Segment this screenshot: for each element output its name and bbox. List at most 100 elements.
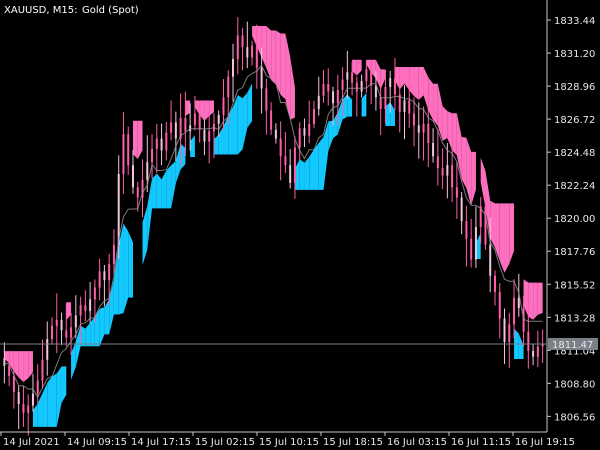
candle-body	[489, 244, 492, 276]
time-tick-label: 14 Jul 09:15	[67, 437, 127, 448]
time-tick-label: 14 Jul 2021	[3, 437, 60, 448]
candle-body	[413, 113, 416, 126]
candle-body	[251, 45, 254, 58]
candle-body	[160, 138, 163, 151]
cloud-segment	[299, 159, 305, 190]
candle-body	[146, 162, 149, 180]
current-price-value: 1811.47	[552, 340, 593, 351]
candle-body	[474, 227, 477, 260]
time-tick-label: 16 Jul 11:15	[451, 437, 511, 448]
cloud-segment	[537, 282, 543, 315]
candle-body	[227, 76, 230, 98]
cloud-segment	[156, 173, 162, 209]
time-tick-label: 14 Jul 17:15	[131, 437, 191, 448]
candle-body	[208, 131, 211, 142]
price-tick-label: 1828.96	[554, 82, 595, 93]
candle-body	[12, 375, 15, 393]
candle-body	[184, 117, 187, 132]
cloud-segment	[23, 351, 29, 382]
candle-body	[470, 238, 473, 260]
candle-body	[284, 156, 287, 166]
candle-body	[122, 134, 125, 174]
instrument-name: Gold (Spot)	[82, 5, 139, 16]
price-tick-label: 1813.28	[554, 313, 595, 324]
cloud-segment	[237, 94, 243, 155]
candle-body	[432, 143, 435, 157]
candle-body	[51, 325, 54, 340]
candle-body	[41, 359, 44, 381]
cloud-segment	[80, 325, 86, 347]
price-tick-label: 1808.80	[554, 379, 595, 390]
candle-body	[151, 148, 154, 163]
cloud-segment	[452, 113, 457, 156]
cloud-segment	[132, 120, 138, 160]
price-tick-label: 1833.44	[554, 16, 595, 27]
candle-body	[484, 206, 487, 245]
candle-body	[332, 91, 335, 104]
cloud-segment	[318, 136, 324, 190]
candle-body	[346, 72, 349, 80]
cloud-segment	[52, 373, 57, 427]
candle-body	[241, 35, 244, 48]
price-tick-label: 1820.00	[554, 214, 595, 225]
candle-body	[403, 100, 406, 113]
candle-body	[36, 380, 39, 394]
price-tick-label: 1817.76	[554, 247, 595, 258]
candle-body	[508, 324, 511, 343]
cloud-segment	[280, 33, 286, 100]
price-tick-label: 1806.56	[554, 412, 595, 423]
time-tick-label: 16 Jul 03:15	[387, 437, 447, 448]
candle-body	[170, 122, 173, 133]
time-tick-label: 15 Jul 10:15	[259, 437, 319, 448]
candle-body	[289, 165, 292, 183]
candle-body	[527, 331, 530, 351]
candle-body	[70, 327, 73, 338]
cloud-segment	[152, 173, 157, 209]
candle-body	[265, 88, 268, 111]
price-tick-label: 1826.72	[554, 115, 595, 126]
candle-body	[441, 168, 444, 176]
time-tick-label: 15 Jul 18:15	[323, 437, 383, 448]
candle-body	[203, 129, 206, 142]
candle-body	[317, 95, 320, 110]
candle-body	[389, 78, 392, 87]
candle-body	[360, 81, 363, 92]
candle-body	[260, 67, 263, 89]
candle-body	[236, 35, 239, 59]
candle-body	[351, 72, 354, 83]
candle-body	[322, 84, 325, 96]
candle-body	[498, 291, 501, 319]
candle-body	[513, 297, 516, 325]
candle-body	[303, 128, 306, 136]
cloud-segment	[128, 231, 133, 298]
candle-body	[198, 113, 201, 130]
price-chart[interactable]: XAUUSD, M15: Gold (Spot) 1833.44 1831.20 1…	[0, 0, 600, 450]
candle-body	[312, 109, 315, 124]
candle-body	[74, 315, 77, 328]
candle-body	[341, 79, 344, 90]
candle-body	[422, 123, 425, 133]
chart-title: XAUUSD, M15: Gold (Spot)	[4, 5, 139, 16]
cloud-segment	[418, 66, 424, 100]
cloud-segment	[271, 30, 276, 85]
cloud-segment	[166, 165, 172, 209]
cloud-segment	[442, 106, 448, 141]
candle-body	[503, 318, 506, 343]
cloud-segment	[504, 203, 510, 273]
candle-body	[155, 138, 158, 149]
cloud-segment	[414, 66, 419, 100]
candle-body	[427, 123, 430, 144]
cloud-segment	[533, 282, 538, 320]
time-tick-label: 16 Jul 19:15	[515, 437, 575, 448]
candle-body	[136, 187, 139, 198]
candle-body	[131, 165, 134, 188]
candle-body	[493, 275, 496, 292]
candle-body	[308, 123, 311, 136]
candle-body	[270, 110, 273, 130]
candle-body	[460, 197, 463, 222]
cloud-segment	[313, 142, 319, 190]
candle-body	[465, 221, 468, 239]
cloud-segment	[47, 376, 53, 427]
candle-body	[93, 287, 96, 300]
candle-body	[536, 346, 539, 357]
